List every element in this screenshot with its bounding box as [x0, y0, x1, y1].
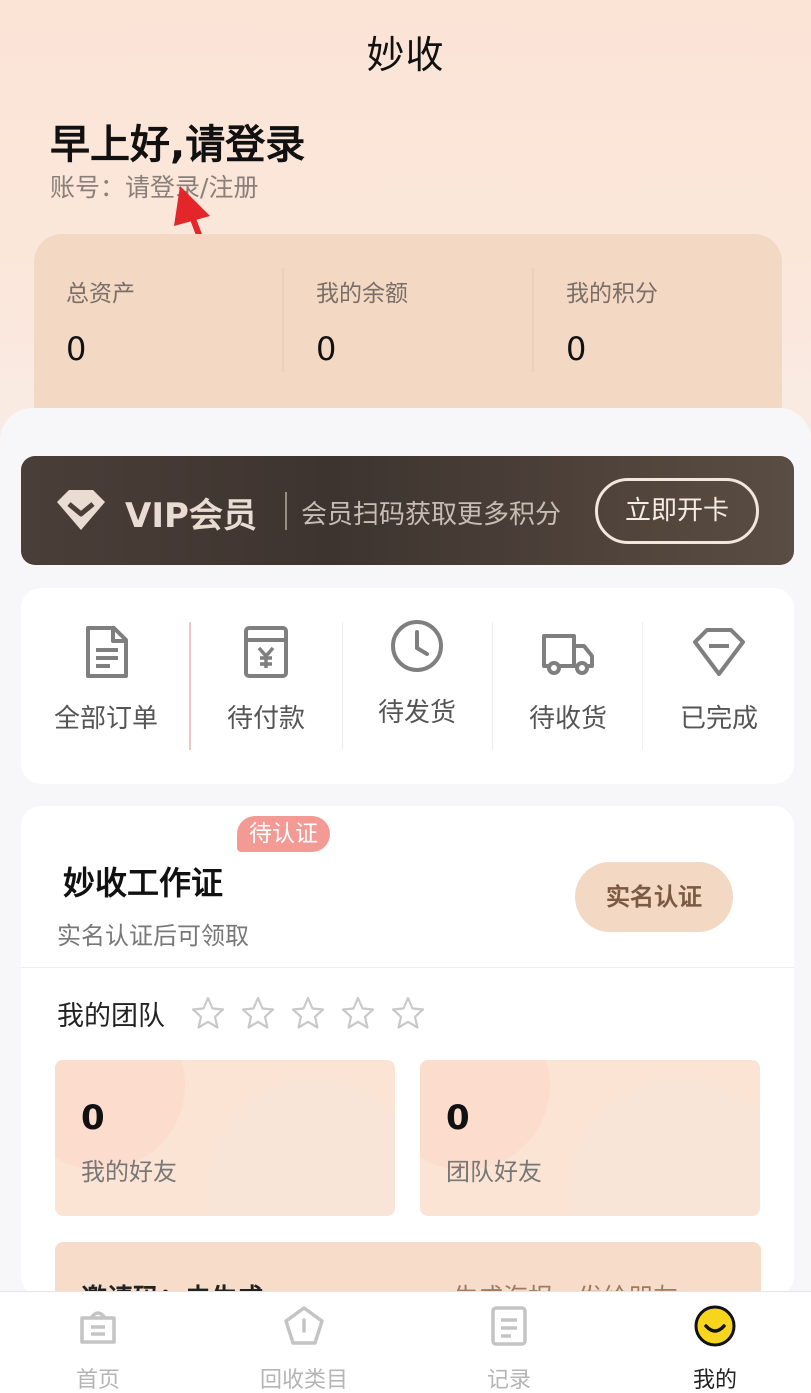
- order-pending-payment[interactable]: 待付款: [191, 624, 341, 764]
- asset-balance-value: 0: [316, 330, 337, 368]
- star-icon: [341, 996, 375, 1029]
- asset-points[interactable]: 我的积分 0: [566, 274, 786, 368]
- asset-divider: [532, 268, 534, 372]
- bottom-tab-bar: 首页 回收类目 记录 我的: [0, 1291, 811, 1393]
- star-icon: [191, 996, 225, 1029]
- my-friends-count: 0: [81, 1098, 105, 1138]
- orders-card: 全部订单 待付款 待发货 待收货 已完成: [21, 588, 794, 784]
- document-icon: [86, 626, 128, 678]
- vip-banner[interactable]: VIP会员 会员扫码获取更多积分 立即开卡: [21, 456, 794, 565]
- tab-records-label: 记录: [486, 1368, 531, 1393]
- star-icon: [241, 996, 275, 1029]
- app-title: 妙收: [366, 33, 445, 77]
- order-pending-receive[interactable]: 待收货: [493, 624, 643, 764]
- star-icon: [291, 996, 325, 1029]
- order-completed-label: 已完成: [679, 704, 758, 734]
- work-card-subtitle: 实名认证后可领取: [57, 922, 249, 950]
- asset-balance[interactable]: 我的余额 0: [316, 274, 536, 368]
- asset-points-value: 0: [566, 330, 587, 368]
- team-friends-count: 0: [446, 1098, 470, 1138]
- assets-card: 总资产 0 我的余额 0 我的积分 0: [34, 234, 782, 434]
- asset-divider: [282, 268, 284, 372]
- greeting-text: 早上好,请登录: [50, 122, 306, 168]
- team-friends-card[interactable]: 0 团队好友: [420, 1060, 760, 1216]
- my-friends-card[interactable]: 0 我的好友: [55, 1060, 395, 1216]
- order-pending-payment-label: 待付款: [226, 704, 305, 734]
- team-title: 我的团队: [57, 1001, 165, 1032]
- star-icon: [391, 996, 425, 1029]
- my-friends-label: 我的好友: [81, 1158, 177, 1186]
- decor-circle: [570, 1080, 760, 1216]
- order-all[interactable]: 全部订单: [31, 624, 181, 764]
- vip-title: VIP会员: [125, 496, 257, 536]
- smiley-icon: [694, 1305, 736, 1347]
- pentagon-icon: [284, 1306, 324, 1345]
- tab-recycle-categories-label: 回收类目: [259, 1368, 348, 1393]
- work-card: 待认证 妙收工作证 实名认证后可领取 实名认证 我的团队 0 我的好友 0 团队…: [21, 806, 794, 1302]
- asset-total[interactable]: 总资产 0: [66, 274, 286, 368]
- truck-icon: [542, 634, 594, 675]
- work-card-title: 妙收工作证: [63, 864, 224, 902]
- vip-description: 会员扫码获取更多积分: [301, 500, 562, 530]
- wallet-yen-icon: [244, 626, 288, 678]
- clock-icon: [391, 620, 443, 672]
- open-card-button[interactable]: 立即开卡: [595, 478, 759, 544]
- order-all-label: 全部订单: [53, 704, 158, 734]
- asset-points-label: 我的积分: [566, 281, 658, 307]
- vip-separator: [285, 492, 287, 530]
- team-rating-stars: [191, 996, 425, 1030]
- tab-records[interactable]: 记录: [429, 1304, 589, 1393]
- tab-mine-label: 我的: [692, 1368, 737, 1393]
- order-divider: [642, 622, 643, 750]
- tab-mine[interactable]: 我的: [635, 1304, 795, 1393]
- record-icon: [491, 1306, 527, 1346]
- work-card-divider: [21, 967, 794, 968]
- home-bag-icon: [80, 1311, 116, 1344]
- asset-balance-label: 我的余额: [316, 281, 408, 307]
- tab-recycle-categories[interactable]: 回收类目: [224, 1304, 384, 1393]
- order-pending-receive-label: 待收货: [528, 704, 607, 734]
- pending-verification-badge: 待认证: [237, 816, 330, 852]
- diamond-icon: [57, 490, 105, 530]
- tab-home-label: 首页: [75, 1368, 120, 1393]
- decor-circle: [205, 1080, 395, 1216]
- real-name-verify-button[interactable]: 实名认证: [575, 862, 733, 932]
- tab-home[interactable]: 首页: [18, 1304, 178, 1393]
- team-friends-label: 团队好友: [446, 1158, 542, 1186]
- diamond-icon: [693, 628, 745, 676]
- account-prefix: 账号：: [50, 173, 126, 202]
- asset-total-label: 总资产: [66, 281, 135, 307]
- order-pending-ship[interactable]: 待发货: [342, 618, 492, 758]
- order-completed[interactable]: 已完成: [644, 624, 794, 764]
- order-pending-ship-label: 待发货: [377, 698, 456, 728]
- asset-total-value: 0: [66, 330, 87, 368]
